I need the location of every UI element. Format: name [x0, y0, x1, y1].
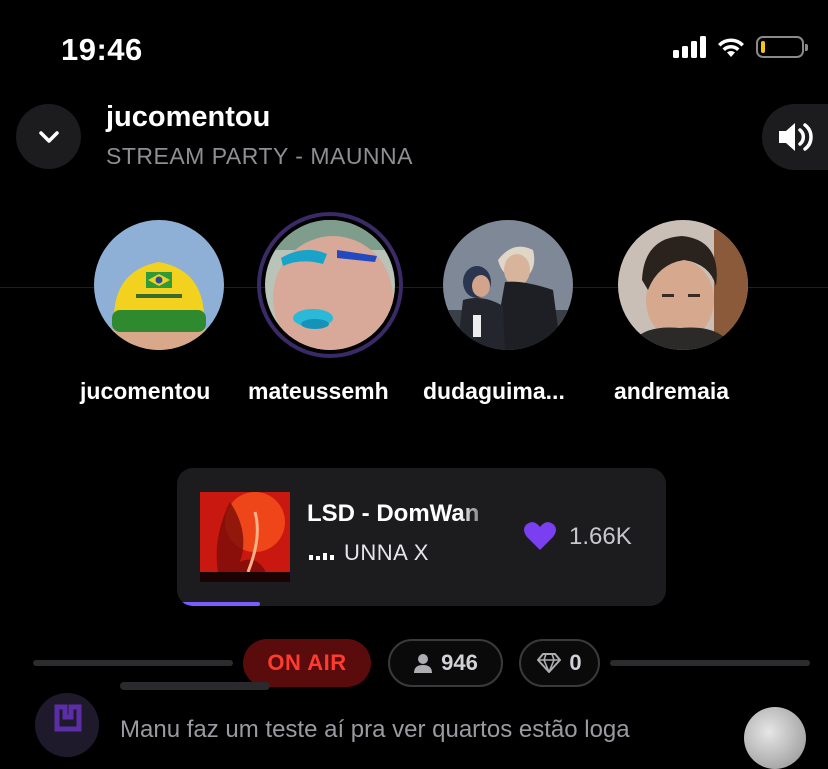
- track-progress-bar: [177, 602, 261, 606]
- chat-user-avatar[interactable]: [35, 693, 99, 757]
- cellular-signal-icon: [673, 36, 706, 58]
- listeners-count: 946: [441, 650, 478, 675]
- stream-party-subtitle: STREAM PARTY - MAUNNA: [106, 143, 413, 169]
- participant-name: jucomentou: [80, 378, 211, 404]
- track-artist: UNNA X: [344, 540, 429, 565]
- listeners-pill[interactable]: 946: [388, 639, 503, 687]
- chat-reaction-thumbnail[interactable]: [744, 707, 806, 769]
- speaker-volume-icon: [779, 123, 813, 151]
- volume-button[interactable]: [762, 104, 828, 170]
- participant-name: dudaguima...: [423, 378, 565, 404]
- wifi-icon: [718, 38, 744, 57]
- track-title: LSD - DomWan: [307, 500, 480, 527]
- diamonds-pill[interactable]: 0: [519, 639, 600, 687]
- participant-avatar-jucomentou[interactable]: [94, 220, 224, 350]
- heart-icon[interactable]: [523, 520, 557, 552]
- status-icons: [673, 36, 808, 58]
- participant-name: mateussemh: [248, 378, 389, 404]
- chat-username-placeholder: [120, 682, 270, 690]
- participant-name: andremaia: [614, 378, 730, 404]
- now-playing-card[interactable]: LSD - DomWan UNNA X 1.66K: [177, 468, 666, 606]
- chevron-down-icon: [38, 130, 59, 143]
- person-icon: [414, 654, 433, 673]
- participant-avatar-mateussemh[interactable]: [265, 220, 395, 350]
- diamond-icon: [537, 653, 562, 673]
- stats-divider-right: [610, 660, 810, 666]
- likes-count: 1.66K: [569, 523, 632, 550]
- equalizer-icon: [309, 546, 334, 560]
- track-artist-row: UNNA X: [309, 540, 429, 566]
- collapse-button[interactable]: [16, 104, 81, 169]
- participant-avatar-andremaia[interactable]: [618, 220, 748, 350]
- host-name[interactable]: jucomentou: [106, 101, 270, 134]
- stats-divider-left: [33, 660, 233, 666]
- album-cover: [200, 492, 290, 582]
- status-time: 19:46: [61, 32, 143, 67]
- participants-row: jucomentou mateussemh dudaguima... andre…: [0, 212, 828, 420]
- diamonds-count: 0: [569, 650, 582, 675]
- on-air-badge: ON AIR: [243, 639, 371, 687]
- participant-avatar-dudaguima[interactable]: [443, 220, 573, 350]
- battery-icon: [756, 36, 808, 58]
